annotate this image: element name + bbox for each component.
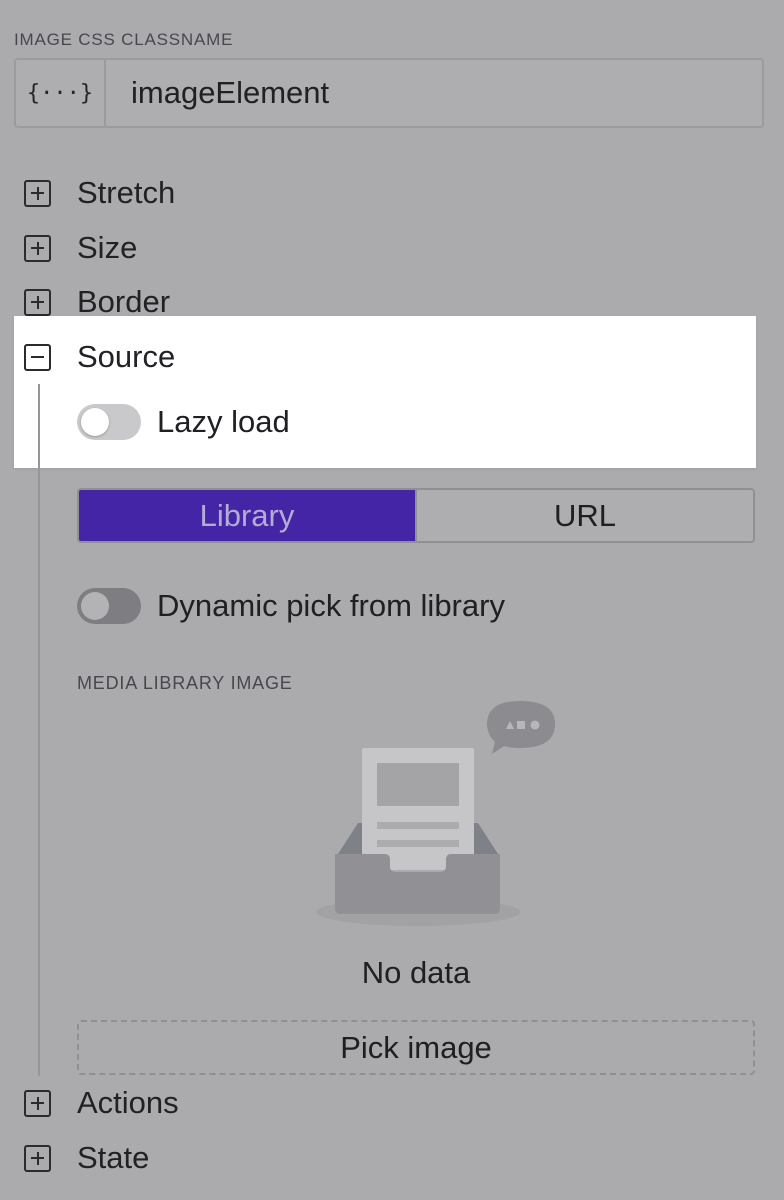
- collapse-icon[interactable]: [24, 343, 51, 371]
- section-size[interactable]: Size: [24, 228, 137, 268]
- source-type-tabs: Library URL: [77, 488, 755, 543]
- section-size-label: Size: [77, 230, 138, 265]
- lazy-load-label: Lazy load: [157, 404, 290, 439]
- media-library-image-label: MEDIA LIBRARY IMAGE: [77, 673, 293, 693]
- section-border-label: Border: [77, 284, 171, 319]
- section-stretch[interactable]: Stretch: [24, 173, 175, 213]
- image-css-classname-label: IMAGE CSS CLASSNAME: [14, 30, 234, 49]
- toggle-knob: [81, 592, 109, 620]
- expand-icon[interactable]: [24, 1089, 51, 1117]
- pick-image-button[interactable]: Pick image: [77, 1020, 755, 1075]
- expand-icon[interactable]: [24, 1144, 51, 1172]
- section-actions[interactable]: Actions: [24, 1083, 179, 1123]
- css-classname-field[interactable]: {···} imageElement: [14, 58, 764, 128]
- tab-url[interactable]: URL: [415, 490, 753, 541]
- dynamic-pick-label: Dynamic pick from library: [157, 588, 505, 623]
- expand-icon[interactable]: [24, 234, 51, 262]
- section-source-label: Source: [77, 339, 176, 374]
- section-stretch-label: Stretch: [77, 175, 176, 210]
- dynamic-pick-row: Dynamic pick from library: [77, 586, 505, 626]
- section-actions-label: Actions: [77, 1085, 179, 1120]
- tab-library[interactable]: Library: [79, 490, 415, 541]
- css-classname-value[interactable]: imageElement: [106, 60, 762, 126]
- lazy-load-toggle[interactable]: [77, 404, 141, 440]
- source-tree-line: [38, 384, 40, 1076]
- curly-braces-icon: {···}: [16, 60, 106, 126]
- dynamic-pick-toggle[interactable]: [77, 588, 141, 624]
- section-state[interactable]: State: [24, 1138, 149, 1178]
- section-source[interactable]: Source: [24, 337, 175, 377]
- toggle-knob: [81, 408, 109, 436]
- section-state-label: State: [77, 1140, 150, 1175]
- empty-state-text: No data: [361, 955, 471, 990]
- expand-icon[interactable]: [24, 179, 51, 207]
- expand-icon[interactable]: [24, 288, 51, 316]
- empty-inbox-icon: [316, 701, 555, 926]
- lazy-load-row: Lazy load: [77, 402, 290, 442]
